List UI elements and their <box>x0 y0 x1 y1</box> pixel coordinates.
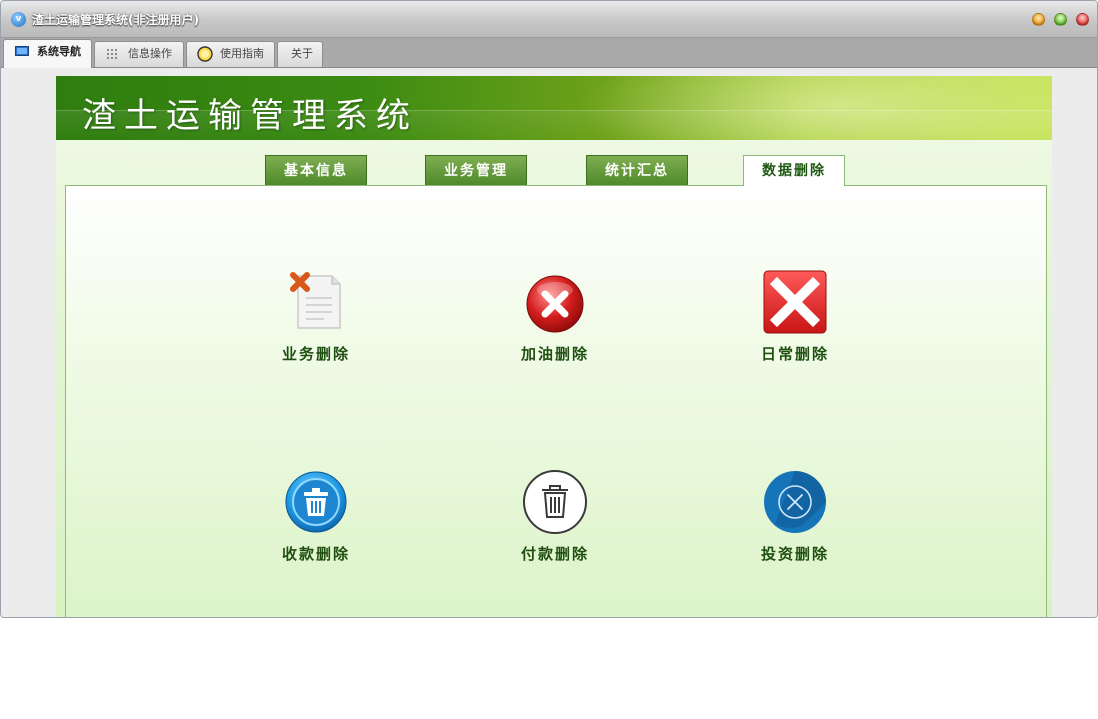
tab-label: 系统导航 <box>37 45 81 58</box>
window-tab-bar: 系统导航 信息操作 使用指南 关于 <box>1 38 1097 68</box>
fuel-delete-button[interactable]: 加油删除 <box>485 270 625 380</box>
investment-delete-button[interactable]: 投资删除 <box>725 470 865 580</box>
red-circle-x-icon <box>526 275 584 333</box>
banner-title: 渣土运输管理系统 <box>82 96 418 136</box>
document-delete-icon <box>290 272 341 329</box>
function-label: 投资删除 <box>760 545 829 563</box>
function-label: 日常删除 <box>760 345 829 363</box>
title-bar[interactable]: v 渣土运输管理系统(非注册用户) <box>1 1 1097 38</box>
outline-trash-icon <box>523 470 587 534</box>
main-panel: 渣土运输管理系统 基本信息 业务管理 统计汇总 数据删除 业务删除 加油删除 日… <box>56 76 1052 617</box>
red-square-x-icon <box>763 270 827 334</box>
tab-label: 关于 <box>291 47 313 60</box>
business-delete-button[interactable]: 业务删除 <box>246 270 386 380</box>
tab-label: 信息操作 <box>128 47 172 60</box>
header-banner: 渣土运输管理系统 <box>56 76 1052 140</box>
function-grid: 业务删除 加油删除 日常删除 收款删除 付款删除 投资删除 <box>65 185 1047 617</box>
tab-user-guide[interactable]: 使用指南 <box>186 41 275 67</box>
window-title: 渣土运输管理系统(非注册用户) <box>32 13 199 27</box>
blue-circle-x-icon <box>764 471 826 533</box>
function-label: 加油删除 <box>520 345 589 363</box>
payment-delete-button[interactable]: 付款删除 <box>485 470 625 580</box>
function-label: 收款删除 <box>281 545 350 563</box>
monitor-icon <box>15 46 29 56</box>
function-label: 业务删除 <box>281 345 350 363</box>
daily-delete-button[interactable]: 日常删除 <box>725 270 865 380</box>
tab-statistics-summary[interactable]: 统计汇总 <box>586 155 688 185</box>
tab-basic-info[interactable]: 基本信息 <box>265 155 367 185</box>
receipt-delete-button[interactable]: 收款删除 <box>246 470 386 580</box>
tab-system-navigation[interactable]: 系统导航 <box>3 39 92 68</box>
application-window: v 渣土运输管理系统(非注册用户) 系统导航 信息操作 使用指南 关于 渣土运输… <box>0 0 1098 618</box>
maximize-button[interactable] <box>1054 13 1067 26</box>
close-button[interactable] <box>1076 13 1089 26</box>
function-label: 付款删除 <box>520 545 589 563</box>
content-area: 渣土运输管理系统 基本信息 业务管理 统计汇总 数据删除 业务删除 加油删除 日… <box>1 68 1097 617</box>
grid-icon <box>107 49 117 59</box>
tab-business-management[interactable]: 业务管理 <box>425 155 527 185</box>
minimize-button[interactable] <box>1032 13 1045 26</box>
tab-info-operation[interactable]: 信息操作 <box>94 41 184 67</box>
tab-label: 使用指南 <box>220 47 264 60</box>
blue-trash-icon <box>285 471 347 533</box>
help-circle-icon <box>197 46 213 62</box>
tab-data-delete[interactable]: 数据删除 <box>743 155 845 186</box>
tab-about[interactable]: 关于 <box>277 41 323 67</box>
app-logo-icon: v <box>11 12 26 27</box>
